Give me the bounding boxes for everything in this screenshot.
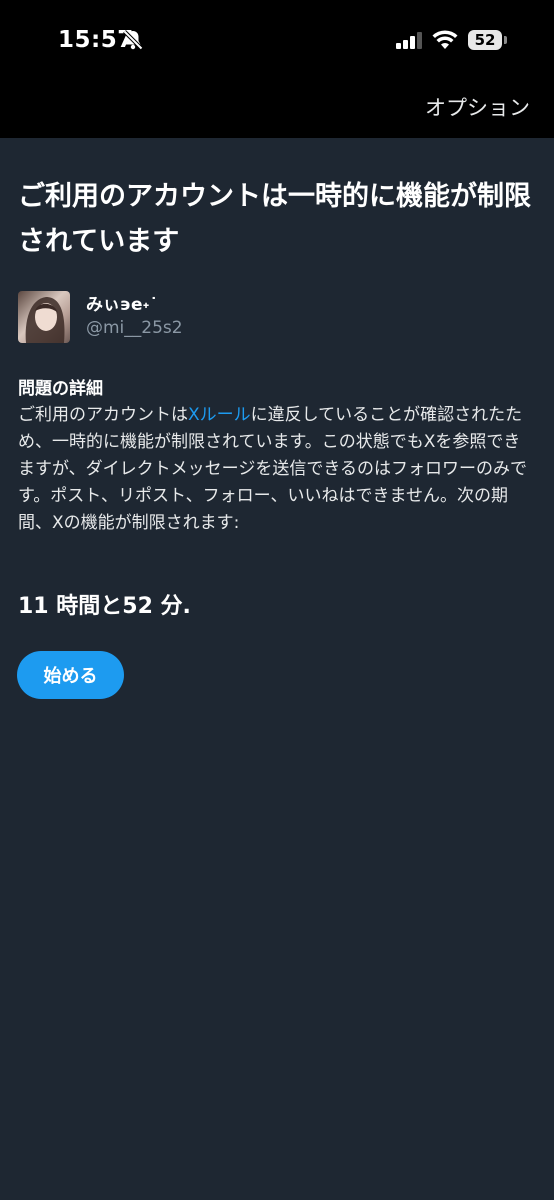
top-bar: 15:57 52 オプション <box>0 0 554 138</box>
battery-icon: 52 <box>468 30 502 50</box>
options-button[interactable]: オプション <box>425 92 530 122</box>
avatar[interactable] <box>18 291 70 343</box>
account-display-name: みぃ϶e˖˙ <box>86 295 159 315</box>
details-heading: 問題の詳細 <box>18 379 103 399</box>
time-remaining: 11 時間と52 分. <box>18 594 191 619</box>
x-rules-link[interactable]: Xルール <box>188 405 251 425</box>
account-handle: @mi__25s2 <box>86 318 183 338</box>
start-button[interactable]: 始める <box>17 651 124 699</box>
page-title: ご利用のアカウントは一時的に機能が制限されています <box>18 181 531 257</box>
bell-slash-icon <box>122 29 144 55</box>
battery-tip <box>504 36 507 44</box>
signal-icon <box>396 32 424 53</box>
details-text-start: ご利用のアカウントは <box>18 405 188 425</box>
details-text: ご利用のアカウントはXルールに違反していることが確認されたため、一時的に機能が制… <box>18 402 536 537</box>
wifi-icon <box>432 29 458 53</box>
